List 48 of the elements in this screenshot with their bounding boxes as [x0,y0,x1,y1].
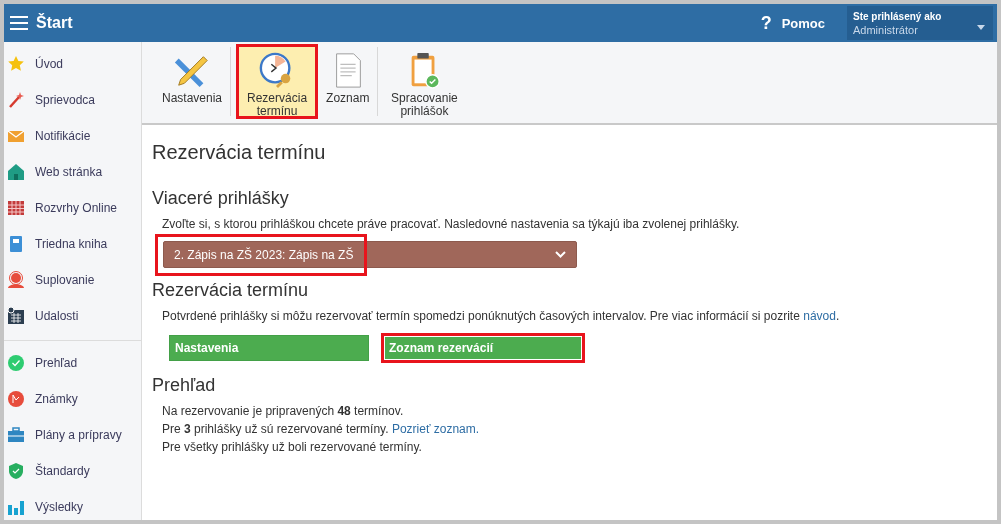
description-text: Potvrdené prihlášky si môžu rezervovať termín spomedzi ponúknutých časových intervalov. Pre viac informácií si pozrite návod. [162,308,841,325]
application-select[interactable]: 2. Zápis na ZŠ 2023: Zápis na ZŠ [163,241,577,268]
user-label: Ste prihlásený ako [853,10,943,22]
section-heading: Prehľad [152,375,217,396]
toolbar-button[interactable]: Rezervácia termínu [236,44,319,119]
calendar-icon [7,307,25,325]
grid-calendar-icon [7,199,25,217]
help-icon: ? [760,12,772,34]
chevron-down-icon [555,251,566,258]
check-circle-icon [7,354,25,372]
star-icon [7,55,25,73]
sidebar-item[interactable]: Web stránka [4,154,141,190]
briefcase-icon [7,426,25,444]
person-icon [7,271,25,289]
magic-wand-icon [7,91,25,109]
sidebar-item[interactable]: Suplovanie [4,262,141,298]
shield-icon [7,462,25,480]
help-button[interactable]: ? Pomoc [760,12,825,34]
sidebar-item[interactable]: Rozvrhy Online [4,190,141,226]
chart-circle-icon [7,390,25,408]
overview-text: Na rezervovanie je pripravených 48 termínov. [162,403,405,420]
user-name: Administrátor [853,23,918,36]
sidebar-item[interactable]: Známky [4,381,141,417]
guide-link[interactable]: návod [803,309,836,323]
app-title: Štart [36,14,73,32]
sidebar-item[interactable]: Prehľad [4,345,141,381]
sidebar-item[interactable]: Výsledky [4,489,141,520]
toolbar-button[interactable]: Spracovanie prihlášok [383,44,466,119]
page-title: Rezervácia termínu [152,141,327,164]
sidebar-item[interactable]: Triedna kniha [4,226,141,262]
sidebar-item[interactable]: Plány a prípravy [4,417,141,453]
section-heading: Viaceré prihlášky [152,188,290,209]
sidebar-item[interactable]: Sprievodca [4,82,141,118]
section-heading: Rezervácia termínu [152,280,310,301]
sidebar-item[interactable]: Štandardy [4,453,141,489]
bar-chart-icon [7,498,25,516]
list-link[interactable]: Pozrieť zoznam. [391,422,480,436]
house-icon [7,163,25,181]
sidebar-item[interactable]: Notifikácie [4,118,141,154]
sidebar-item[interactable]: Úvod [4,46,141,82]
menu-icon [10,16,28,30]
sidebar-item[interactable]: Udalosti [4,298,141,334]
overview-text: Pre 3 prihlášky už sú rezervované termíny. Pozrieť zoznam. [162,421,481,438]
description-text: Zvoľte si, s ktorou prihláškou chcete práve pracovať. Nasledovné nastavenia sa týkajú iba zvolenej prihlášky. [162,216,741,233]
caret-icon [977,25,985,30]
notebook-icon [7,235,25,253]
overview-text: Pre všetky prihlášky už boli rezervované termíny. [162,439,423,456]
user-dropdown[interactable]: Ste prihlásený ako Administrátor [847,6,993,40]
